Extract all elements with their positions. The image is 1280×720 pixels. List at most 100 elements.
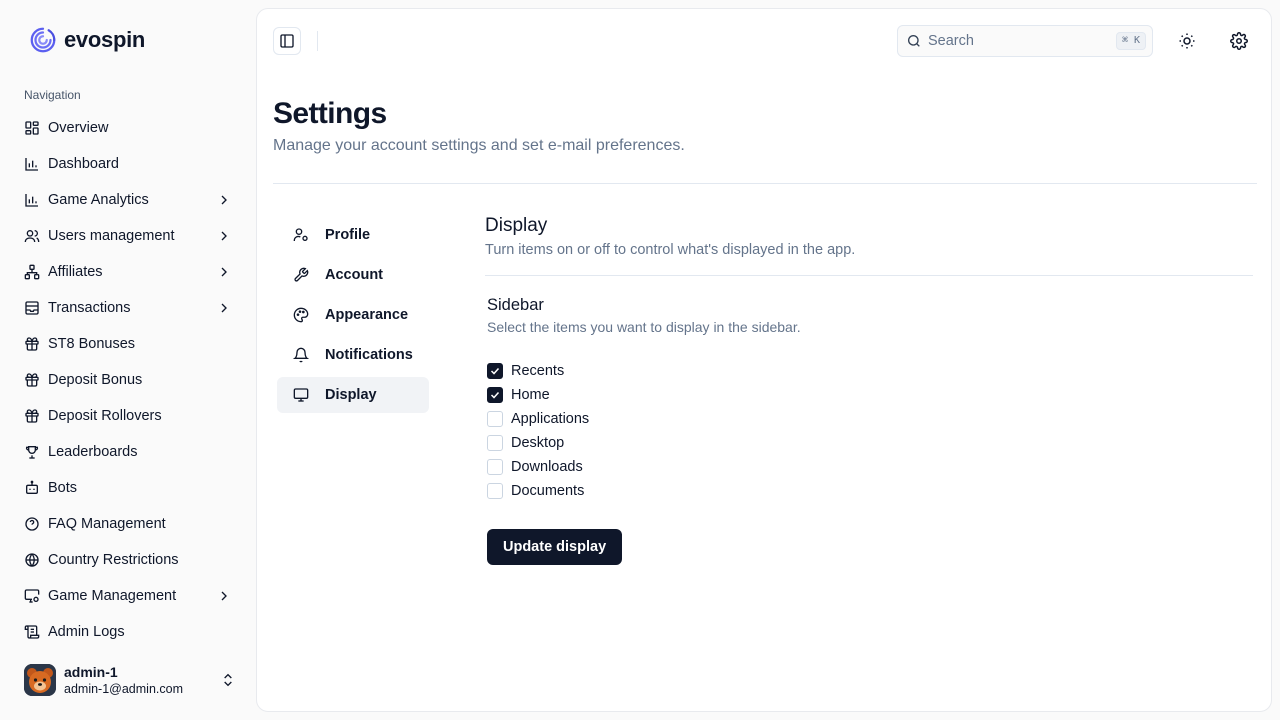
chevron-right-icon[interactable]	[216, 264, 232, 280]
checkbox-row-applications[interactable]: Applications	[487, 407, 589, 431]
settings-nav-account[interactable]: Account	[277, 257, 429, 293]
checkbox-downloads[interactable]	[487, 459, 503, 475]
sidebar-item-label: ST8 Bonuses	[48, 336, 136, 352]
globe-icon	[24, 552, 40, 568]
bar-chart-icon	[24, 156, 40, 172]
chevron-right-icon[interactable]	[216, 588, 232, 604]
chevron-right-icon[interactable]	[216, 228, 232, 244]
gift-icon	[24, 408, 40, 424]
sidebar-item-label: Transactions	[48, 300, 131, 316]
checkbox-row-recents[interactable]: Recents	[487, 359, 589, 383]
theme-toggle-button[interactable]	[1171, 25, 1203, 57]
settings-nav-label: Display	[325, 387, 377, 403]
user-menu[interactable]: admin-1 admin-1@admin.com	[24, 662, 236, 698]
user-info: admin-1 admin-1@admin.com	[64, 664, 220, 697]
checkbox-label: Applications	[511, 411, 590, 427]
update-display-button[interactable]: Update display	[487, 529, 623, 565]
checkbox-applications[interactable]	[487, 411, 503, 427]
checkbox-row-desktop[interactable]: Desktop	[487, 431, 589, 455]
sidebar-item-faq-management[interactable]: FAQ Management	[16, 506, 240, 542]
sidebar-item-admin-logs[interactable]: Admin Logs	[16, 614, 240, 650]
sidebar-item-deposit-bonus[interactable]: Deposit Bonus	[16, 362, 240, 398]
sidebar-item-affiliates[interactable]: Affiliates	[16, 254, 240, 290]
sidebar-item-label: Affiliates	[48, 264, 103, 280]
sidebar-item-leaderboards[interactable]: Leaderboards	[16, 434, 240, 470]
checkbox-documents[interactable]	[487, 483, 503, 499]
sidebar-item-transactions[interactable]: Transactions	[16, 290, 240, 326]
settings-nav-display[interactable]: Display	[277, 377, 429, 413]
checkbox-row-home[interactable]: Home	[487, 383, 589, 407]
sidebar-item-game-analytics[interactable]: Game Analytics	[16, 182, 240, 218]
sidebar-item-label: Deposit Rollovers	[48, 408, 162, 424]
search-shortcut: ⌘ K	[1115, 32, 1146, 50]
checkbox-row-downloads[interactable]: Downloads	[487, 455, 589, 479]
sidebar-item-label: Users management	[48, 228, 175, 244]
section-divider	[485, 275, 1253, 276]
header-separator	[317, 31, 318, 51]
chevron-right-icon[interactable]	[216, 300, 232, 316]
sidebar-item-game-management[interactable]: Game Management	[16, 578, 240, 614]
bell-icon	[293, 347, 309, 363]
sidebar-item-dashboard[interactable]: Dashboard	[16, 146, 240, 182]
checkbox-row-documents[interactable]: Documents	[487, 479, 589, 503]
chevron-right-icon[interactable]	[216, 192, 232, 208]
monitor-cog-icon	[24, 588, 40, 604]
settings-nav-label: Notifications	[325, 347, 413, 363]
panel-left-icon	[280, 34, 294, 48]
check-icon	[490, 367, 500, 375]
network-icon	[24, 264, 40, 280]
checkbox-label: Home	[511, 387, 550, 403]
palette-icon	[293, 307, 309, 323]
brand-name: evospin	[64, 27, 146, 52]
avatar	[24, 664, 56, 696]
sidebar-item-label: Dashboard	[48, 156, 119, 172]
check-icon	[490, 391, 500, 399]
trophy-icon	[24, 444, 40, 460]
page-title: Settings	[273, 97, 387, 130]
gift-icon	[24, 372, 40, 388]
sidebar-item-st8-bonuses[interactable]: ST8 Bonuses	[16, 326, 240, 362]
main-panel: Search ⌘ K Settings Manage your account …	[256, 8, 1272, 712]
archive-icon	[24, 300, 40, 316]
chevrons-up-down-icon[interactable]	[220, 672, 236, 688]
scroll-icon	[24, 624, 40, 640]
sidebar-toggle-button[interactable]	[273, 27, 301, 55]
search-placeholder: Search	[928, 33, 974, 49]
sidebar-item-label: FAQ Management	[48, 516, 166, 532]
checkbox-desktop[interactable]	[487, 435, 503, 451]
sidebar-item-country-restrictions[interactable]: Country Restrictions	[16, 542, 240, 578]
sidebar-item-overview[interactable]: Overview	[16, 110, 240, 146]
search-input[interactable]: Search ⌘ K	[897, 25, 1153, 57]
group-subtitle: Select the items you want to display in …	[487, 319, 801, 335]
sidebar-item-users-management[interactable]: Users management	[16, 218, 240, 254]
monitor-icon	[293, 387, 309, 403]
gift-icon	[24, 336, 40, 352]
checkbox-label: Downloads	[511, 459, 583, 475]
group-title: Sidebar	[487, 296, 544, 314]
checkbox-home[interactable]	[487, 387, 503, 403]
spiral-logo-icon	[30, 27, 56, 53]
checkbox-label: Desktop	[511, 435, 565, 451]
search-icon	[906, 33, 922, 49]
user-email: admin-1@admin.com	[64, 681, 183, 696]
settings-button[interactable]	[1223, 25, 1255, 57]
nav-list: Overview Dashboard Game Analytics Users …	[16, 110, 240, 650]
help-circle-icon	[24, 516, 40, 532]
sidebar-item-label: Overview	[48, 120, 109, 136]
settings-nav-notifications[interactable]: Notifications	[277, 337, 429, 373]
settings-nav-appearance[interactable]: Appearance	[277, 297, 429, 333]
settings-nav: Profile Account Appearance Notifications…	[277, 217, 429, 417]
sidebar-item-label: Game Analytics	[48, 192, 149, 208]
user-name: admin-1	[64, 663, 118, 680]
section-subtitle: Turn items on or off to control what's d…	[485, 242, 856, 258]
sidebar-item-bots[interactable]: Bots	[16, 470, 240, 506]
checkbox-label: Documents	[511, 483, 585, 499]
sidebar-item-deposit-rollovers[interactable]: Deposit Rollovers	[16, 398, 240, 434]
sidebar-items-checklist: Recents Home Applications Desktop Downlo…	[487, 359, 589, 503]
brand[interactable]: evospin	[28, 24, 145, 56]
sidebar-item-label: Admin Logs	[48, 624, 125, 640]
settings-nav-profile[interactable]: Profile	[277, 217, 429, 253]
checkbox-recents[interactable]	[487, 363, 503, 379]
sidebar-item-label: Country Restrictions	[48, 552, 179, 568]
wrench-icon	[293, 267, 309, 283]
